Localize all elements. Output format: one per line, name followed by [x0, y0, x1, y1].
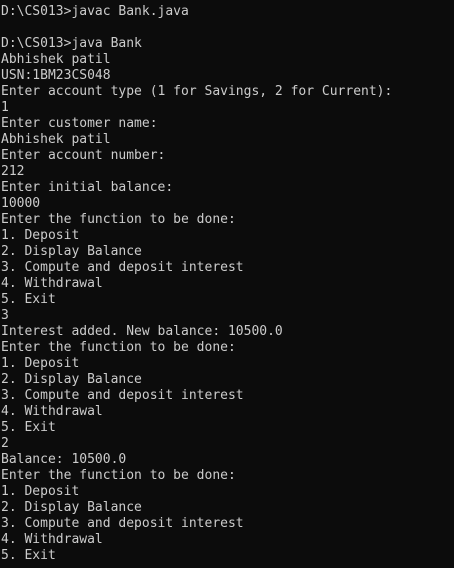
console-line: Enter customer name: — [1, 116, 158, 131]
console-line: 3. Compute and deposit interest — [1, 388, 244, 403]
console-line: 2 — [1, 436, 9, 451]
console-line: 3. Compute and deposit interest — [1, 516, 244, 531]
console-line: Enter account type (1 for Savings, 2 for… — [1, 84, 393, 99]
console-line: 10000 — [1, 196, 41, 211]
console-line: 3 — [1, 308, 9, 323]
console-line: Enter the function to be done: — [1, 340, 236, 355]
console-line: Balance: 10500.0 — [1, 452, 127, 467]
console-line: Abhishek patil — [1, 132, 111, 147]
console-line: Enter initial balance: — [1, 180, 174, 195]
console-line: 1. Deposit — [1, 484, 80, 499]
console-line: 2. Display Balance — [1, 372, 142, 387]
console-line: 1. Deposit — [1, 356, 80, 371]
console-line: 1 — [1, 100, 9, 115]
console-line: D:\CS013>javac Bank.java — [1, 4, 189, 19]
console-output[interactable]: D:\CS013>javac Bank.java D:\CS013>java B… — [0, 0, 454, 568]
console-line: 5. Exit — [1, 292, 56, 307]
console-line: 4. Withdrawal — [1, 404, 103, 419]
console-line: 212 — [1, 164, 25, 179]
console-line: Abhishek patil — [1, 52, 111, 67]
console-line: 3. Compute and deposit interest — [1, 260, 244, 275]
console-line: Interest added. New balance: 10500.0 — [1, 324, 283, 339]
console-line: 2. Display Balance — [1, 500, 142, 515]
console-line: Enter the function to be done: — [1, 468, 236, 483]
console-line: 5. Exit — [1, 420, 56, 435]
console-line: 4. Withdrawal — [1, 532, 103, 547]
console-line: Enter account number: — [1, 148, 166, 163]
console-line: 4. Withdrawal — [1, 276, 103, 291]
console-line: USN:1BM23CS048 — [1, 68, 111, 83]
console-line: 5. Exit — [1, 548, 56, 563]
console-line: Enter the function to be done: — [1, 212, 236, 227]
console-line: 2. Display Balance — [1, 244, 142, 259]
console-line: D:\CS013>java Bank — [1, 36, 142, 51]
console-line: 1. Deposit — [1, 228, 80, 243]
